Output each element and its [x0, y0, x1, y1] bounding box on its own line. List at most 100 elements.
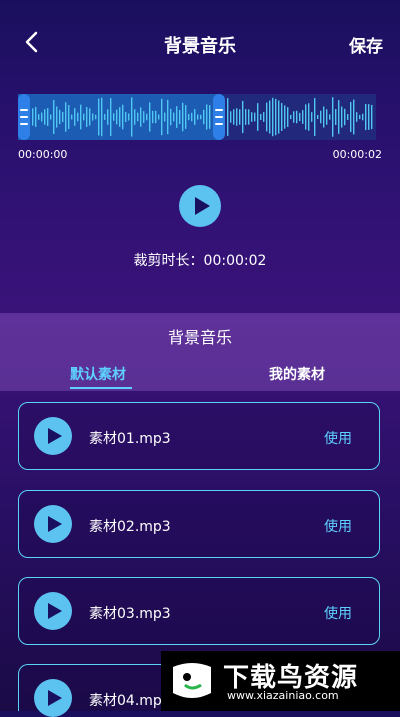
waveform-bar — [182, 102, 184, 132]
waveform-bar — [311, 112, 313, 122]
material-name: 素材03.mp3 — [89, 606, 171, 622]
waveform-bar — [113, 113, 115, 121]
material-name: 素材02.mp3 — [89, 519, 171, 535]
waveform-bar — [347, 114, 349, 120]
waveform-bar — [299, 112, 301, 122]
trim-start-handle[interactable] — [18, 94, 30, 140]
use-button[interactable]: 使用 — [324, 516, 352, 536]
waveform-bar — [185, 105, 187, 129]
panel-title: 背景音乐 — [167, 328, 232, 347]
play-icon — [194, 197, 210, 215]
waveform-bar — [134, 109, 136, 125]
waveform-bar — [191, 112, 193, 122]
waveform-bar — [77, 112, 79, 122]
waveform-bar — [173, 112, 175, 122]
waveform-bar — [290, 114, 292, 120]
waveform-bars — [32, 97, 373, 137]
waveform-bar — [356, 112, 358, 122]
use-button[interactable]: 使用 — [324, 428, 352, 448]
waveform-bar — [149, 102, 151, 132]
waveform-bar — [56, 106, 58, 128]
tab-default-materials[interactable]: 默认素材 — [70, 364, 126, 384]
waveform-bar — [38, 114, 40, 120]
waveform-bar — [32, 108, 34, 126]
waveform-bar — [152, 110, 154, 124]
play-button[interactable] — [34, 679, 72, 717]
waveform-bar — [35, 106, 37, 128]
play-icon — [47, 690, 62, 706]
waveform-bar — [170, 108, 172, 126]
waveform-bar — [209, 105, 211, 129]
material-name: 素材01.mp3 — [89, 431, 171, 447]
play-button[interactable] — [34, 505, 72, 543]
save-button[interactable]: 保存 — [349, 32, 383, 57]
material-name: 素材04.mp3 — [89, 693, 171, 709]
waveform-bar — [296, 110, 298, 124]
waveform-trimmer[interactable] — [18, 94, 376, 140]
waveform-bar — [245, 109, 247, 125]
waveform-bar — [206, 104, 208, 130]
waveform-bar — [359, 114, 361, 120]
list-item[interactable]: 素材02.mp3 使用 — [18, 490, 380, 558]
tab-my-materials[interactable]: 我的素材 — [269, 364, 325, 384]
list-item[interactable]: 素材03.mp3 使用 — [18, 577, 380, 645]
waveform-bar — [314, 98, 316, 136]
waveform-bar — [281, 103, 283, 131]
waveform-bar — [275, 98, 277, 136]
waveform-bar — [338, 100, 340, 134]
waveform-bar — [269, 100, 271, 134]
waveform-bar — [272, 97, 274, 137]
waveform-bar — [128, 113, 130, 121]
waveform-bar — [50, 114, 52, 120]
waveform-bar — [89, 108, 91, 126]
waveform-bar — [266, 102, 268, 132]
waveform-bar — [143, 111, 145, 123]
play-icon — [47, 516, 62, 532]
waveform-bar — [251, 112, 253, 122]
waveform-bar — [146, 113, 148, 121]
play-button[interactable] — [34, 592, 72, 630]
waveform-bar — [287, 107, 289, 127]
waveform-bar — [167, 99, 169, 135]
waveform-bar — [227, 98, 229, 136]
waveform-bar — [350, 101, 352, 133]
waveform-bar — [320, 110, 322, 124]
waveform-bar — [188, 113, 190, 121]
waveform-bar — [263, 112, 265, 122]
waveform-bar — [371, 104, 373, 130]
waveform-bar — [230, 111, 232, 123]
waveform-bar — [98, 98, 100, 136]
waveform-bar — [107, 109, 109, 125]
bird-logo-icon — [173, 663, 211, 698]
trim-end-handle[interactable] — [213, 94, 225, 140]
end-time: 00:00:02 — [332, 148, 382, 161]
list-item[interactable]: 素材01.mp3 使用 — [18, 402, 380, 470]
waveform-bar — [197, 114, 199, 120]
waveform-bar — [341, 106, 343, 128]
waveform-bar — [176, 106, 178, 128]
waveform-bar — [293, 111, 295, 123]
active-tab-indicator — [70, 387, 132, 389]
waveform-bar — [122, 104, 124, 130]
waveform-bar — [236, 108, 238, 126]
waveform-bar — [362, 113, 364, 121]
waveform-bar — [92, 113, 94, 121]
waveform-bar — [368, 104, 370, 130]
waveform-bar — [71, 114, 73, 120]
waveform-bar — [119, 107, 121, 127]
waveform-bar — [203, 109, 205, 125]
waveform-bar — [86, 106, 88, 128]
waveform-bar — [326, 109, 328, 125]
waveform-bar — [239, 109, 241, 125]
waveform-bar — [59, 109, 61, 125]
waveform-bar — [53, 99, 55, 135]
preview-play-button[interactable] — [179, 185, 221, 227]
use-button[interactable]: 使用 — [324, 603, 352, 623]
play-icon — [47, 603, 62, 619]
waveform-bar — [161, 98, 163, 136]
waveform-bar — [332, 97, 334, 137]
waveform-bar — [284, 105, 286, 129]
waveform-bar — [155, 110, 157, 124]
play-button[interactable] — [34, 417, 72, 455]
waveform-bar — [101, 97, 103, 137]
